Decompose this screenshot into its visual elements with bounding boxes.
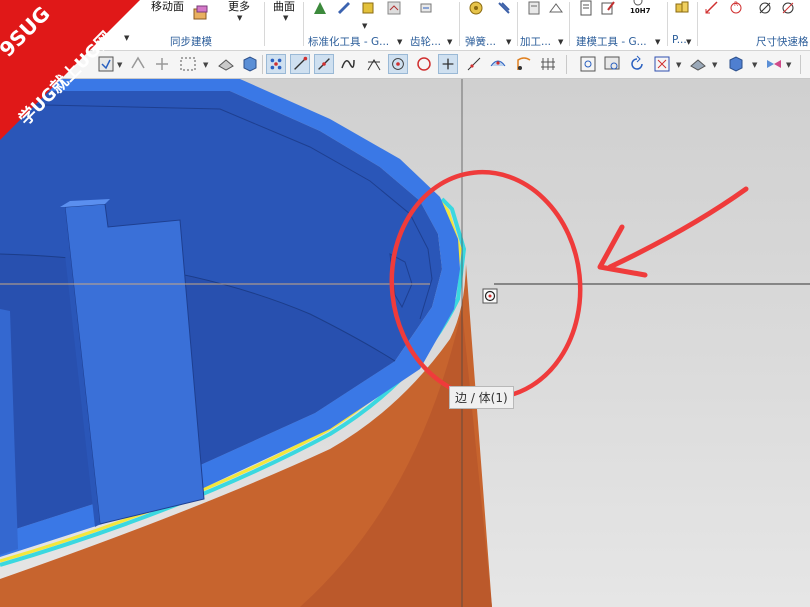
machining-tool-icon[interactable] xyxy=(548,0,564,16)
orient-caret-icon[interactable]: ▼ xyxy=(676,61,681,69)
ribbon-separator xyxy=(264,2,265,46)
ribbon-separator xyxy=(569,2,570,46)
ribbon-group-gear: 齿轮... xyxy=(410,36,442,48)
spring-tool-icon[interactable] xyxy=(496,0,512,16)
gear-tool-icon[interactable] xyxy=(386,0,402,16)
existing-point-icon[interactable] xyxy=(438,54,458,74)
fit-view-icon[interactable] xyxy=(578,54,598,74)
standard-tool-icon[interactable] xyxy=(336,0,352,16)
ribbon-separator xyxy=(517,2,518,46)
ribbon-separator xyxy=(697,2,698,46)
ribbon-group-machining: 加工... xyxy=(520,36,552,48)
spring-group-caret[interactable]: ▼ xyxy=(506,38,511,46)
arc-center-icon[interactable] xyxy=(388,54,408,74)
p-group-caret[interactable]: ▼ xyxy=(686,38,691,46)
standard-group-caret[interactable]: ▼ xyxy=(397,38,402,46)
point-on-curve-icon[interactable] xyxy=(464,54,484,74)
toolbar-separator xyxy=(800,55,801,74)
render-style-icon[interactable] xyxy=(688,54,708,74)
p-group-icon[interactable] xyxy=(674,0,690,16)
dimension-angle-icon[interactable] xyxy=(780,0,796,16)
standard-caret-icon[interactable]: ▼ xyxy=(362,22,367,30)
surface-button[interactable]: 曲面 xyxy=(273,0,295,14)
shaded-body-icon[interactable] xyxy=(726,54,746,74)
end-point-icon[interactable] xyxy=(290,54,310,74)
ribbon-separator xyxy=(303,2,304,46)
move-icon[interactable] xyxy=(152,54,172,74)
ribbon-group-sync-modeling: 同步建模 xyxy=(170,36,212,48)
more-caret-icon[interactable]: ▼ xyxy=(237,14,242,22)
control-point-icon[interactable] xyxy=(338,54,358,74)
rotate-icon[interactable] xyxy=(627,54,647,74)
dimension-radial-icon[interactable]: R xyxy=(728,0,744,16)
face-filter-icon[interactable] xyxy=(216,54,236,74)
snap-point-dot xyxy=(488,294,492,298)
more-button-1[interactable]: 更多 xyxy=(104,0,126,14)
svg-text:R: R xyxy=(734,1,738,8)
zoom-window-icon[interactable] xyxy=(602,54,622,74)
ribbon-top-left-label[interactable]: 使圆 xyxy=(2,0,24,14)
ribbon: 使圆 ▼ 更多 移动面 更多 ▼ 同步建模 曲面 ▼ ▼ 标准化工具 - G..… xyxy=(0,0,810,51)
bounded-grid-icon[interactable] xyxy=(514,54,534,74)
grid-snap-icon[interactable] xyxy=(538,54,558,74)
machining-group-caret[interactable]: ▼ xyxy=(558,38,563,46)
gear-icon[interactable] xyxy=(418,0,434,16)
body-filter-icon[interactable] xyxy=(240,54,260,74)
snap-icon[interactable] xyxy=(96,54,116,74)
ribbon-caret-1[interactable]: ▼ xyxy=(124,34,129,42)
ribbon-separator xyxy=(667,2,668,46)
tolerance-icon[interactable] xyxy=(632,0,644,6)
modeling-group-caret[interactable]: ▼ xyxy=(655,38,660,46)
surface-caret-icon[interactable]: ▼ xyxy=(283,14,288,22)
select-caret-icon[interactable]: ▼ xyxy=(203,61,208,69)
quadrant-point-icon[interactable] xyxy=(414,54,434,74)
move-face-icon[interactable] xyxy=(192,5,210,23)
snap-points-icon[interactable] xyxy=(266,54,286,74)
ribbon-group-modeling-tools: 建模工具 - G... xyxy=(576,36,647,48)
transform-icon[interactable] xyxy=(128,54,148,74)
toolbar-separator xyxy=(566,55,567,74)
3d-model-scene xyxy=(0,79,810,607)
toolbar-separator xyxy=(262,55,263,74)
dimension-diameter-icon[interactable] xyxy=(757,0,773,16)
ribbon-group-p: P... xyxy=(672,34,687,46)
more-button-2[interactable]: 更多 xyxy=(228,0,250,14)
intersection-icon[interactable] xyxy=(364,54,384,74)
ribbon-group-standard-tools: 标准化工具 - G... xyxy=(308,36,390,48)
display-caret-icon[interactable]: ▼ xyxy=(786,61,791,69)
edit-object-display-icon[interactable] xyxy=(764,54,784,74)
fastener-icon[interactable] xyxy=(360,0,376,16)
mid-point-icon[interactable] xyxy=(314,54,334,74)
ribbon-separator xyxy=(459,2,460,46)
rectangle-select-icon[interactable] xyxy=(178,54,198,74)
modeling-edit-icon[interactable] xyxy=(600,0,616,16)
machining-icon[interactable] xyxy=(526,0,542,16)
tolerance-label[interactable]: 10H7 xyxy=(630,7,650,15)
gear-group-caret[interactable]: ▼ xyxy=(447,38,452,46)
shaded-caret-icon[interactable]: ▼ xyxy=(752,61,757,69)
point-on-surface-icon[interactable] xyxy=(488,54,508,74)
selection-tooltip: 边 / 体(1) xyxy=(449,386,514,409)
selection-toolbar: ▼ ▼ ▼ ▼ ▼ ▼ xyxy=(0,51,810,79)
ribbon-group-spring: 弹簧... xyxy=(465,36,497,48)
standard-part-icon[interactable] xyxy=(312,0,328,16)
orient-view-icon[interactable] xyxy=(652,54,672,74)
dimension-linear-icon[interactable] xyxy=(704,0,720,16)
modeling-doc-icon[interactable] xyxy=(578,0,594,16)
graphics-viewport[interactable]: 边 / 体(1) xyxy=(0,79,810,607)
ribbon-group-dimension: 尺寸快速格 xyxy=(756,36,809,48)
spring-icon[interactable] xyxy=(468,0,484,16)
snap-caret-icon[interactable]: ▼ xyxy=(117,61,122,69)
move-face-button[interactable]: 移动面 xyxy=(151,0,184,14)
render-caret-icon[interactable]: ▼ xyxy=(712,61,717,69)
annotation-arrow-shaft xyxy=(607,186,749,270)
